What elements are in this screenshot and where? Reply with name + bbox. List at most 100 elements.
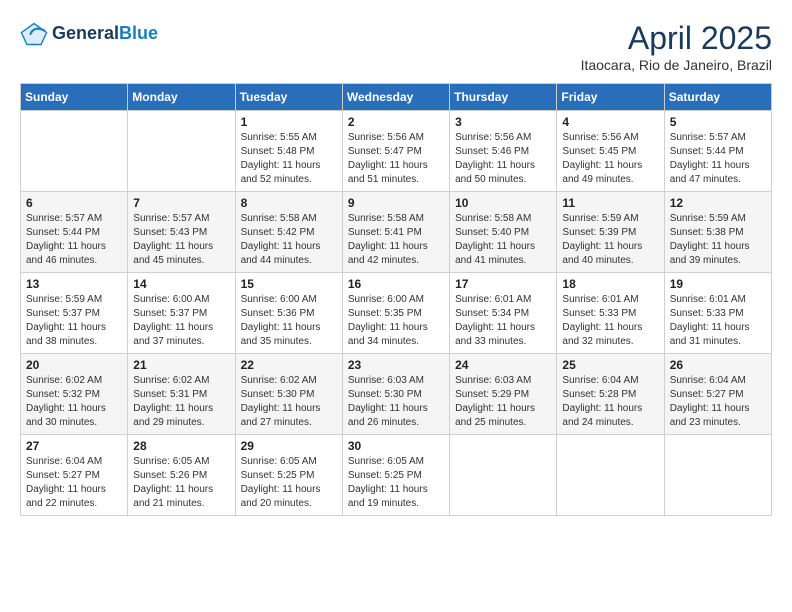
calendar-cell (450, 435, 557, 516)
day-info: Sunrise: 5:56 AMSunset: 5:47 PMDaylight:… (348, 131, 444, 187)
calendar-week-row: 20Sunrise: 6:02 AMSunset: 5:32 PMDayligh… (21, 354, 772, 435)
day-info: Sunrise: 6:00 AMSunset: 5:37 PMDaylight:… (133, 293, 229, 349)
day-number: 3 (455, 115, 551, 129)
calendar-cell: 26 Sunrise: 6:04 AMSunset: 5:27 PMDayligh… (664, 354, 771, 435)
calendar-cell (557, 435, 664, 516)
calendar-cell: 10 Sunrise: 5:58 AMSunset: 5:40 PMDayligh… (450, 192, 557, 273)
day-info: Sunrise: 5:57 AMSunset: 5:44 PMDaylight:… (26, 212, 122, 268)
day-info: Sunrise: 5:58 AMSunset: 5:41 PMDaylight:… (348, 212, 444, 268)
calendar-cell: 6 Sunrise: 5:57 AMSunset: 5:44 PMDaylight… (21, 192, 128, 273)
day-info: Sunrise: 5:56 AMSunset: 5:45 PMDaylight:… (562, 131, 658, 187)
day-number: 15 (241, 277, 337, 291)
logo: GeneralBlue (20, 20, 158, 48)
day-number: 23 (348, 358, 444, 372)
day-info: Sunrise: 5:57 AMSunset: 5:43 PMDaylight:… (133, 212, 229, 268)
day-number: 27 (26, 439, 122, 453)
calendar-cell: 7 Sunrise: 5:57 AMSunset: 5:43 PMDaylight… (128, 192, 235, 273)
weekday-row: SundayMondayTuesdayWednesdayThursdayFrid… (21, 84, 772, 111)
day-info: Sunrise: 5:58 AMSunset: 5:40 PMDaylight:… (455, 212, 551, 268)
month-title: April 2025 (581, 20, 772, 57)
calendar-cell: 15 Sunrise: 6:00 AMSunset: 5:36 PMDayligh… (235, 273, 342, 354)
day-number: 22 (241, 358, 337, 372)
calendar-cell: 4 Sunrise: 5:56 AMSunset: 5:45 PMDaylight… (557, 111, 664, 192)
calendar-table: SundayMondayTuesdayWednesdayThursdayFrid… (20, 83, 772, 516)
day-number: 25 (562, 358, 658, 372)
day-number: 30 (348, 439, 444, 453)
day-info: Sunrise: 6:04 AMSunset: 5:27 PMDaylight:… (670, 374, 766, 430)
day-info: Sunrise: 5:57 AMSunset: 5:44 PMDaylight:… (670, 131, 766, 187)
page-header: GeneralBlue April 2025 Itaocara, Rio de … (20, 20, 772, 73)
calendar-cell: 19 Sunrise: 6:01 AMSunset: 5:33 PMDayligh… (664, 273, 771, 354)
calendar-cell: 29 Sunrise: 6:05 AMSunset: 5:25 PMDayligh… (235, 435, 342, 516)
calendar-cell: 25 Sunrise: 6:04 AMSunset: 5:28 PMDayligh… (557, 354, 664, 435)
title-block: April 2025 Itaocara, Rio de Janeiro, Bra… (581, 20, 772, 73)
day-info: Sunrise: 6:00 AMSunset: 5:35 PMDaylight:… (348, 293, 444, 349)
weekday-header: Tuesday (235, 84, 342, 111)
calendar-cell: 11Sunrise: 5:59 AMSunset: 5:39 PMDayligh… (557, 192, 664, 273)
day-info: Sunrise: 5:58 AMSunset: 5:42 PMDaylight:… (241, 212, 337, 268)
weekday-header: Monday (128, 84, 235, 111)
calendar-week-row: 6 Sunrise: 5:57 AMSunset: 5:44 PMDaylight… (21, 192, 772, 273)
day-number: 13 (26, 277, 122, 291)
day-number: 17 (455, 277, 551, 291)
day-info: Sunrise: 5:59 AMSunset: 5:39 PMDaylight:… (562, 212, 658, 268)
calendar-week-row: 1Sunrise: 5:55 AMSunset: 5:48 PMDaylight… (21, 111, 772, 192)
day-number: 7 (133, 196, 229, 210)
day-info: Sunrise: 6:04 AMSunset: 5:27 PMDaylight:… (26, 455, 122, 511)
day-info: Sunrise: 5:59 AMSunset: 5:37 PMDaylight:… (26, 293, 122, 349)
weekday-header: Sunday (21, 84, 128, 111)
day-number: 1 (241, 115, 337, 129)
calendar-cell: 2 Sunrise: 5:56 AMSunset: 5:47 PMDaylight… (342, 111, 449, 192)
day-number: 10 (455, 196, 551, 210)
calendar-week-row: 13 Sunrise: 5:59 AMSunset: 5:37 PMDayligh… (21, 273, 772, 354)
day-info: Sunrise: 6:02 AMSunset: 5:31 PMDaylight:… (133, 374, 229, 430)
day-number: 24 (455, 358, 551, 372)
calendar-cell: 18 Sunrise: 6:01 AMSunset: 5:33 PMDayligh… (557, 273, 664, 354)
calendar-cell: 28Sunrise: 6:05 AMSunset: 5:26 PMDayligh… (128, 435, 235, 516)
calendar-cell: 30Sunrise: 6:05 AMSunset: 5:25 PMDayligh… (342, 435, 449, 516)
day-info: Sunrise: 6:01 AMSunset: 5:34 PMDaylight:… (455, 293, 551, 349)
day-number: 9 (348, 196, 444, 210)
day-info: Sunrise: 6:01 AMSunset: 5:33 PMDaylight:… (670, 293, 766, 349)
day-number: 4 (562, 115, 658, 129)
day-number: 6 (26, 196, 122, 210)
day-info: Sunrise: 6:05 AMSunset: 5:25 PMDaylight:… (241, 455, 337, 511)
calendar-cell (128, 111, 235, 192)
day-number: 5 (670, 115, 766, 129)
day-info: Sunrise: 6:04 AMSunset: 5:28 PMDaylight:… (562, 374, 658, 430)
logo-text: GeneralBlue (52, 24, 158, 44)
calendar-cell: 23 Sunrise: 6:03 AMSunset: 5:30 PMDayligh… (342, 354, 449, 435)
day-number: 29 (241, 439, 337, 453)
day-number: 19 (670, 277, 766, 291)
calendar-cell: 24Sunrise: 6:03 AMSunset: 5:29 PMDayligh… (450, 354, 557, 435)
weekday-header: Wednesday (342, 84, 449, 111)
calendar-cell: 21 Sunrise: 6:02 AMSunset: 5:31 PMDayligh… (128, 354, 235, 435)
calendar-cell: 16 Sunrise: 6:00 AMSunset: 5:35 PMDayligh… (342, 273, 449, 354)
weekday-header: Thursday (450, 84, 557, 111)
day-number: 21 (133, 358, 229, 372)
day-number: 18 (562, 277, 658, 291)
calendar-header: SundayMondayTuesdayWednesdayThursdayFrid… (21, 84, 772, 111)
day-number: 14 (133, 277, 229, 291)
calendar-week-row: 27 Sunrise: 6:04 AMSunset: 5:27 PMDayligh… (21, 435, 772, 516)
day-number: 16 (348, 277, 444, 291)
calendar-cell: 14 Sunrise: 6:00 AMSunset: 5:37 PMDayligh… (128, 273, 235, 354)
day-number: 28 (133, 439, 229, 453)
calendar-cell: 8Sunrise: 5:58 AMSunset: 5:42 PMDaylight… (235, 192, 342, 273)
calendar-body: 1Sunrise: 5:55 AMSunset: 5:48 PMDaylight… (21, 111, 772, 516)
weekday-header: Saturday (664, 84, 771, 111)
calendar-cell (21, 111, 128, 192)
day-info: Sunrise: 6:00 AMSunset: 5:36 PMDaylight:… (241, 293, 337, 349)
weekday-header: Friday (557, 84, 664, 111)
day-number: 2 (348, 115, 444, 129)
calendar-cell: 13 Sunrise: 5:59 AMSunset: 5:37 PMDayligh… (21, 273, 128, 354)
day-info: Sunrise: 6:03 AMSunset: 5:30 PMDaylight:… (348, 374, 444, 430)
day-number: 26 (670, 358, 766, 372)
calendar-cell: 27 Sunrise: 6:04 AMSunset: 5:27 PMDayligh… (21, 435, 128, 516)
calendar-cell: 9 Sunrise: 5:58 AMSunset: 5:41 PMDaylight… (342, 192, 449, 273)
day-info: Sunrise: 6:01 AMSunset: 5:33 PMDaylight:… (562, 293, 658, 349)
location: Itaocara, Rio de Janeiro, Brazil (581, 57, 772, 73)
day-info: Sunrise: 5:56 AMSunset: 5:46 PMDaylight:… (455, 131, 551, 187)
calendar-cell: 1Sunrise: 5:55 AMSunset: 5:48 PMDaylight… (235, 111, 342, 192)
calendar-cell: 3 Sunrise: 5:56 AMSunset: 5:46 PMDaylight… (450, 111, 557, 192)
